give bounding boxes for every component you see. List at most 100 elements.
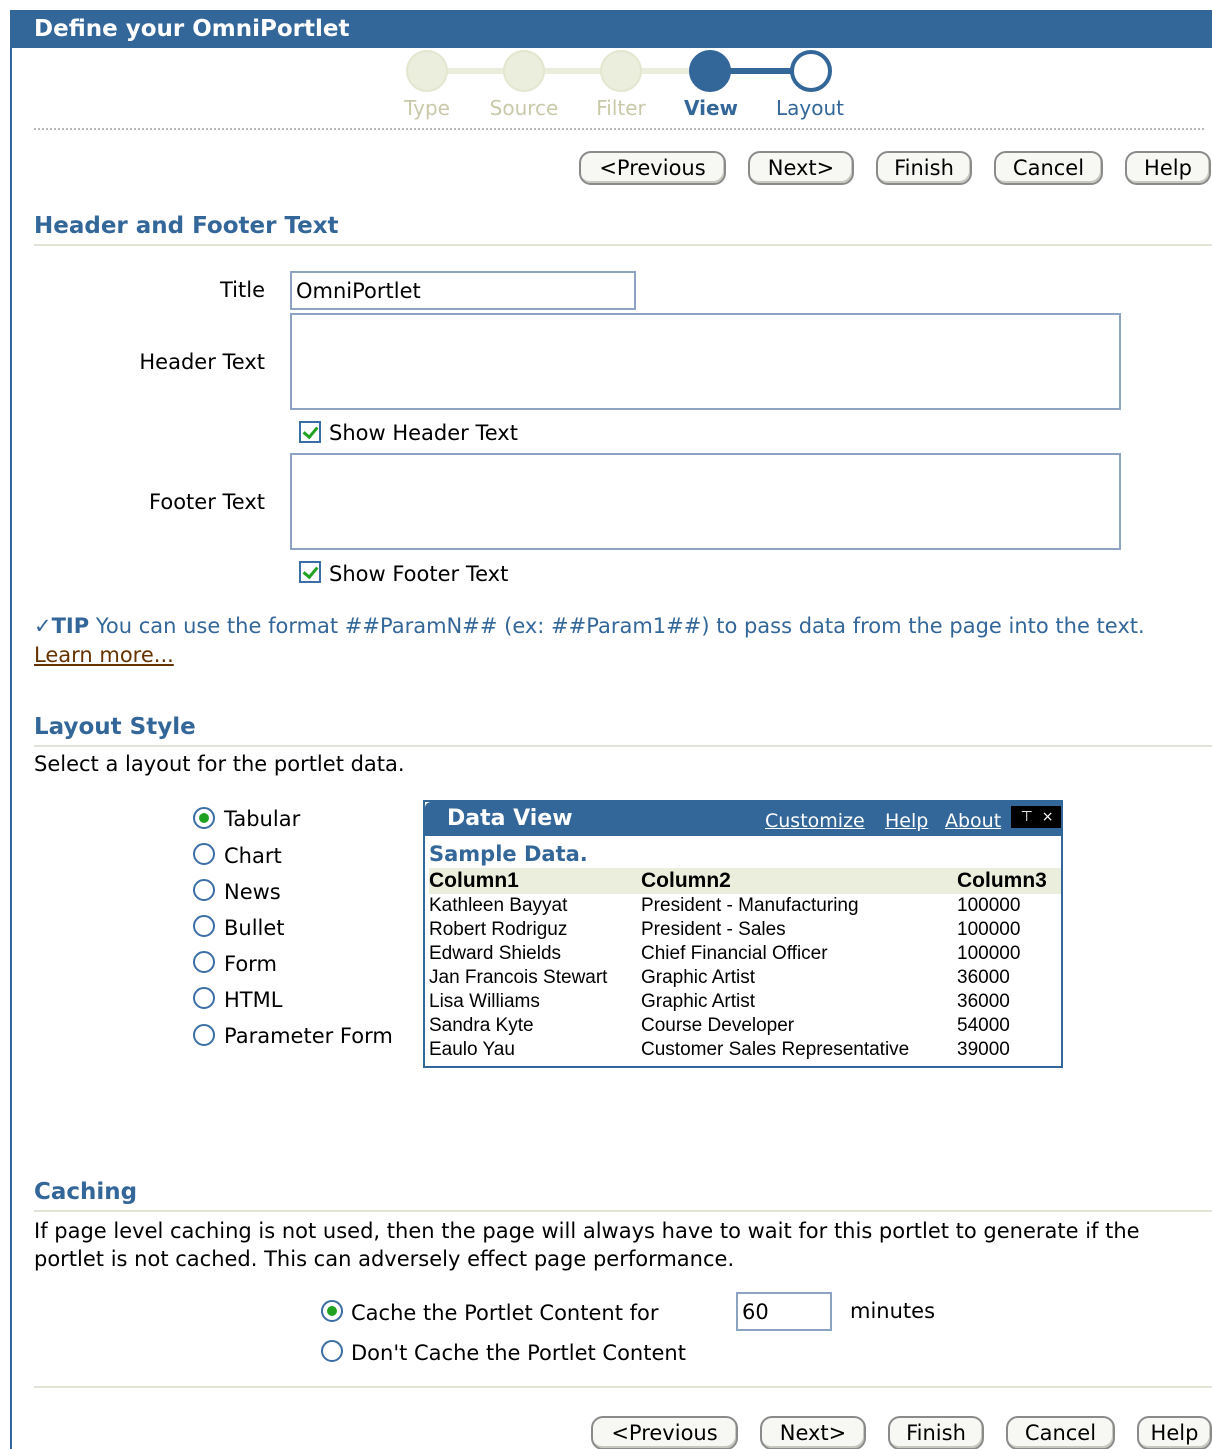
cache-content-label: Cache the Portlet Content for — [351, 1301, 659, 1325]
table-cell: Jan Francois Stewart — [429, 967, 608, 988]
train-label-layout[interactable]: Layout — [760, 96, 860, 120]
collapse-icon: ⊤ — [1020, 809, 1033, 825]
table-cell: Customer Sales Representative — [641, 1039, 910, 1060]
table-row: Sandra Kyte Course Developer 54000 — [429, 1014, 1061, 1038]
preview-window-controls: ⊤ × — [1011, 806, 1061, 828]
tip-check-icon: ✓ — [34, 614, 52, 638]
previous-button-top[interactable]: <Previous — [579, 151, 726, 185]
cache-content-radio[interactable] — [321, 1300, 343, 1322]
layout-radio-form[interactable] — [193, 951, 215, 973]
table-row: Eaulo Yau Customer Sales Representative 39… — [429, 1038, 1061, 1062]
preview-subtitle: Sample Data. — [429, 842, 588, 866]
layout-instruction: Select a layout for the portlet data. — [34, 752, 405, 776]
table-cell: 100000 — [957, 895, 1021, 916]
train-stop-type[interactable] — [406, 50, 448, 92]
header-text-area[interactable] — [290, 313, 1121, 410]
title-label: Title — [219, 278, 265, 302]
table-cell: 100000 — [957, 943, 1021, 964]
finish-button-top[interactable]: Finish — [876, 151, 972, 185]
caching-heading: Caching — [34, 1179, 138, 1205]
table-row: Lisa Williams Graphic Artist 36000 — [429, 990, 1061, 1014]
table-cell: Graphic Artist — [641, 967, 756, 988]
layout-radio-news[interactable] — [193, 879, 215, 901]
layout-radio-chart[interactable] — [193, 843, 215, 865]
finish-button-bottom[interactable]: Finish — [888, 1416, 984, 1449]
train-stop-layout[interactable] — [790, 50, 832, 92]
show-header-checkbox[interactable] — [299, 421, 321, 443]
layout-label-bullet: Bullet — [224, 916, 285, 940]
table-row: Robert Rodriguz President - Sales 100000 — [429, 918, 1061, 942]
train-separator — [34, 128, 1204, 130]
train-stop-view — [689, 50, 731, 92]
footer-text-area[interactable] — [290, 453, 1121, 550]
header-footer-heading: Header and Footer Text — [34, 213, 339, 239]
learn-more-link[interactable]: Learn more... — [34, 643, 174, 667]
page-title: Define your OmniPortlet — [34, 16, 350, 42]
left-border — [10, 10, 12, 1449]
table-cell: President - Sales — [641, 919, 786, 940]
omniportlet-wizard: Define your OmniPortlet Type Source Filt… — [0, 0, 1212, 1449]
preview-column-header: Column3 — [957, 868, 1061, 894]
table-cell: Lisa Williams — [429, 991, 540, 1012]
preview-link-about[interactable]: About — [945, 810, 1001, 832]
preview-link-customize[interactable]: Customize — [765, 810, 865, 832]
help-button-bottom[interactable]: Help — [1137, 1416, 1212, 1449]
table-cell: Eaulo Yau — [429, 1039, 515, 1060]
tip-text: You can use the format ##ParamN## (ex: #… — [89, 614, 1145, 638]
train-stop-source[interactable] — [503, 50, 545, 92]
layout-radio-bullet[interactable] — [193, 915, 215, 937]
table-cell: 54000 — [957, 1015, 1010, 1036]
table-row: Kathleen Bayyat President - Manufacturing… — [429, 894, 1061, 918]
cancel-button-top[interactable]: Cancel — [994, 151, 1103, 185]
title-bar: Define your OmniPortlet — [10, 10, 1212, 48]
no-cache-radio[interactable] — [321, 1340, 343, 1362]
next-button-top[interactable]: Next> — [748, 151, 854, 185]
no-cache-label: Don't Cache the Portlet Content — [351, 1341, 686, 1365]
next-button-bottom[interactable]: Next> — [760, 1416, 866, 1449]
layout-label-form: Form — [224, 952, 277, 976]
show-footer-checkbox[interactable] — [299, 561, 321, 583]
train-label-filter[interactable]: Filter — [571, 96, 671, 120]
caching-description: If page level caching is not used, then … — [34, 1219, 1140, 1271]
preview-table-header-row: Column1 Column2 Column3 — [429, 868, 1061, 894]
train-stop-filter[interactable] — [600, 50, 642, 92]
wizard-train: Type Source Filter View Layout — [380, 48, 860, 128]
table-cell: 36000 — [957, 991, 1010, 1012]
table-cell: Robert Rodriguz — [429, 919, 568, 940]
caching-divider — [34, 1210, 1212, 1212]
layout-radio-tabular[interactable] — [193, 807, 215, 829]
header-text-label: Header Text — [139, 350, 265, 374]
table-cell: Kathleen Bayyat — [429, 895, 568, 916]
bottom-divider — [34, 1386, 1212, 1388]
show-footer-label: Show Footer Text — [329, 562, 509, 586]
cache-minutes-input[interactable] — [736, 1292, 832, 1331]
preview-column-header: Column1 — [429, 868, 641, 894]
help-button-top[interactable]: Help — [1125, 151, 1211, 185]
cache-minutes-unit: minutes — [850, 1299, 936, 1323]
table-cell: Chief Financial Officer — [641, 943, 828, 964]
train-label-type[interactable]: Type — [377, 96, 477, 120]
header-footer-divider — [34, 244, 1212, 246]
layout-radio-html[interactable] — [193, 987, 215, 1009]
preview-link-help[interactable]: Help — [885, 810, 928, 832]
preview-header: Data View Customize Help About ⊤ × — [425, 802, 1061, 836]
cancel-button-bottom[interactable]: Cancel — [1006, 1416, 1115, 1449]
preview-table: Column1 Column2 Column3 Kathleen Bayyat P… — [429, 868, 1061, 1062]
previous-button-bottom[interactable]: <Previous — [591, 1416, 738, 1449]
layout-radio-parameter-form[interactable] — [193, 1024, 215, 1046]
table-cell: 39000 — [957, 1039, 1010, 1060]
layout-label-chart: Chart — [224, 844, 282, 868]
layout-style-divider — [34, 745, 1212, 747]
train-label-source[interactable]: Source — [474, 96, 574, 120]
layout-label-tabular: Tabular — [224, 807, 301, 831]
title-input[interactable] — [290, 271, 636, 310]
table-cell: President - Manufacturing — [641, 895, 859, 916]
table-cell: Edward Shields — [429, 943, 562, 964]
table-row: Edward Shields Chief Financial Officer 100… — [429, 942, 1061, 966]
train-label-view: View — [683, 96, 739, 120]
table-cell: 100000 — [957, 919, 1021, 940]
table-cell: Sandra Kyte — [429, 1015, 534, 1036]
preview-column-header: Column2 — [641, 868, 957, 894]
layout-label-html: HTML — [224, 988, 283, 1012]
layout-label-news: News — [224, 880, 281, 904]
